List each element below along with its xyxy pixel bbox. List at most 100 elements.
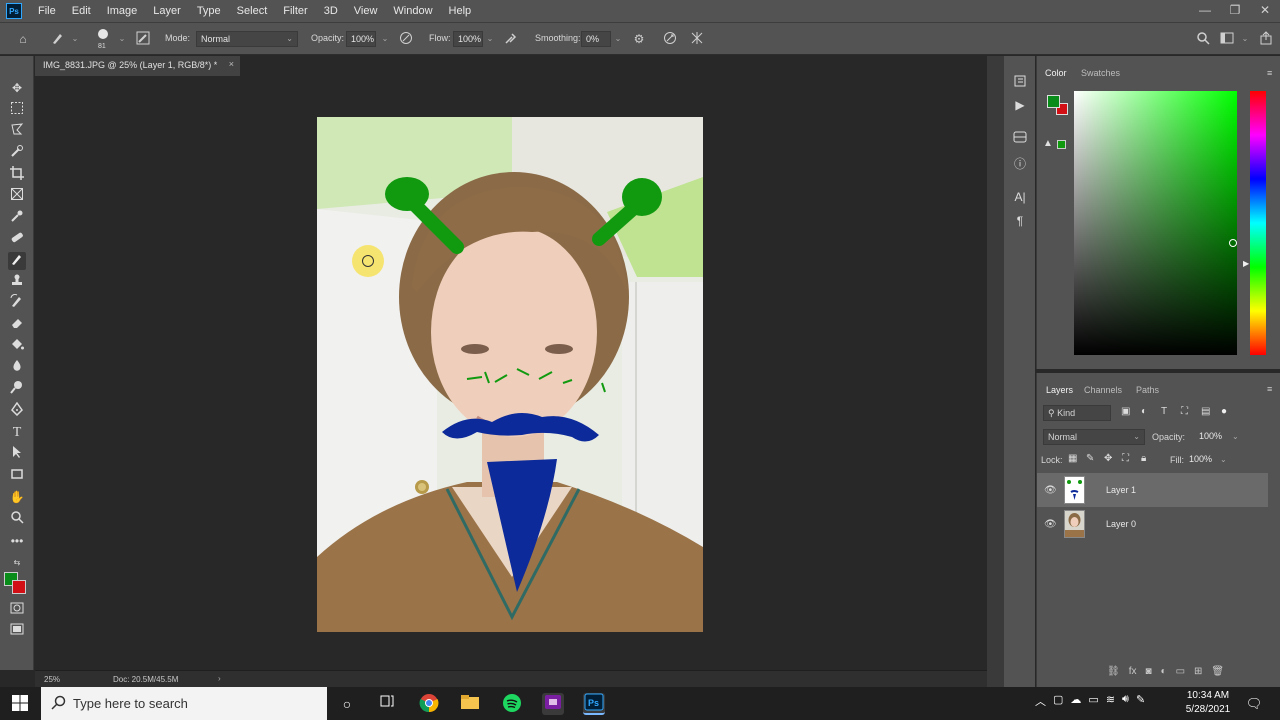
tool-preset-chevron-icon[interactable]: ⌄ [67, 31, 83, 47]
brush-picker-chevron-icon[interactable]: ⌄ [114, 31, 130, 47]
status-menu-arrow-icon[interactable]: › [218, 674, 221, 683]
action-center-icon[interactable]: 🗨︎ [1243, 693, 1265, 715]
zoom-level[interactable]: 25% [44, 675, 60, 684]
photoshop-taskbar-icon[interactable]: Ps [583, 693, 605, 715]
flow-chevron-icon[interactable]: ⌄ [482, 31, 498, 47]
paragraph-panel-icon[interactable]: ¶ [1011, 212, 1029, 230]
clone-stamp-tool-icon[interactable] [8, 273, 26, 291]
zoom-tool-icon[interactable] [8, 510, 26, 528]
panel-menu-icon[interactable]: ≡ [1267, 68, 1272, 78]
eyedropper-tool-icon[interactable] [8, 209, 26, 227]
lock-artboard-icon[interactable]: ⛶ [1122, 453, 1129, 464]
panel-menu-icon[interactable]: ≡ [1267, 384, 1272, 394]
menu-help[interactable]: Help [441, 0, 480, 22]
tab-layers[interactable]: Layers [1046, 385, 1073, 395]
flow-field[interactable]: 100% [453, 31, 483, 47]
filter-toggle-icon[interactable]: ● [1221, 406, 1227, 417]
lock-image-icon[interactable]: ✎ [1086, 453, 1094, 464]
meet-now-icon[interactable]: ▢ [1053, 693, 1063, 709]
paint-bucket-tool-icon[interactable] [8, 337, 26, 355]
filter-adjustment-icon[interactable]: ◐ [1141, 406, 1147, 417]
pressure-size-icon[interactable] [662, 31, 678, 47]
clock[interactable]: 10:34 AM 5/28/2021 [1180, 689, 1236, 717]
type-tool-icon[interactable]: T [8, 424, 26, 442]
menu-image[interactable]: Image [99, 0, 146, 22]
lock-all-icon[interactable]: 🔒︎ [1141, 453, 1146, 464]
path-selection-tool-icon[interactable] [8, 445, 26, 463]
adjustments-panel-icon[interactable] [1011, 130, 1029, 148]
trash-icon[interactable]: 🗑︎ [1211, 666, 1224, 686]
airbrush-icon[interactable] [503, 31, 519, 47]
eraser-tool-icon[interactable] [8, 316, 26, 334]
menu-3d[interactable]: 3D [316, 0, 346, 22]
fill-chevron-icon[interactable]: ⌄ [1220, 455, 1227, 464]
quick-selection-tool-icon[interactable] [8, 144, 26, 162]
quick-mask-icon[interactable] [8, 601, 26, 619]
home-icon[interactable]: ⌂ [15, 31, 31, 47]
history-panel-icon[interactable] [1011, 74, 1029, 92]
blur-tool-icon[interactable] [8, 359, 26, 377]
share-icon[interactable] [1258, 31, 1274, 47]
search-icon[interactable] [1195, 31, 1211, 47]
workspace-chevron-icon[interactable]: ⌄ [1237, 31, 1253, 47]
spotify-icon[interactable] [501, 693, 523, 715]
tab-paths[interactable]: Paths [1136, 385, 1159, 395]
filter-pixel-icon[interactable]: ▣ [1121, 406, 1130, 417]
pressure-opacity-icon[interactable] [398, 31, 414, 47]
web-safe-swatch[interactable] [1057, 140, 1066, 149]
layer-opacity-chevron-icon[interactable]: ⌄ [1232, 432, 1239, 441]
blend-mode-select[interactable]: Normal ⌄ [1043, 429, 1145, 445]
brush-settings-icon[interactable] [135, 31, 151, 47]
add-mask-icon[interactable]: ◙ [1145, 666, 1151, 686]
layer-filter-select[interactable]: ⚲ Kind [1043, 405, 1111, 421]
pen-tool-icon[interactable] [8, 401, 26, 420]
tab-channels[interactable]: Channels [1084, 385, 1122, 395]
tab-color[interactable]: Color [1045, 68, 1067, 78]
chevron-up-icon[interactable]: ︿ [1035, 693, 1046, 709]
new-layer-icon[interactable]: ⊞ [1194, 666, 1202, 686]
hue-slider[interactable] [1250, 91, 1266, 355]
windows-start-icon[interactable] [11, 694, 29, 712]
mode-select[interactable]: Normal ⌄ [196, 31, 298, 47]
opacity-field[interactable]: 100% [346, 31, 376, 47]
restore-button[interactable]: ❐ [1220, 0, 1250, 22]
document-canvas[interactable] [317, 117, 703, 632]
filter-type-icon[interactable]: T [1161, 406, 1167, 417]
smoothing-field[interactable]: 0% [581, 31, 611, 47]
swap-colors-icon[interactable]: ⇆ [8, 554, 26, 572]
video-editor-icon[interactable] [542, 693, 564, 715]
crop-tool-icon[interactable] [8, 166, 26, 184]
menu-view[interactable]: View [346, 0, 386, 22]
chrome-icon[interactable] [418, 693, 440, 715]
healing-brush-tool-icon[interactable] [8, 230, 26, 248]
task-view-icon[interactable] [376, 693, 398, 715]
brush-tool-icon[interactable] [8, 252, 26, 270]
minimize-button[interactable]: — [1190, 0, 1220, 22]
character-panel-icon[interactable]: A| [1011, 188, 1029, 206]
warning-icon[interactable]: ▲ [1043, 138, 1053, 149]
menu-file[interactable]: File [30, 0, 64, 22]
network-icon[interactable]: ≋ [1106, 693, 1115, 709]
color-field[interactable] [1074, 91, 1237, 355]
onedrive-icon[interactable]: ☁ [1070, 693, 1081, 709]
filter-smart-object-icon[interactable]: ▤ [1201, 406, 1210, 417]
rectangle-tool-icon[interactable] [8, 467, 26, 485]
menu-window[interactable]: Window [385, 0, 440, 22]
color-foreground-swatch[interactable] [1047, 95, 1060, 108]
menu-filter[interactable]: Filter [275, 0, 315, 22]
close-icon[interactable]: × [229, 59, 234, 69]
more-tools-icon[interactable]: ••• [8, 532, 26, 550]
volume-icon[interactable]: 🔊︎ [1122, 693, 1129, 709]
move-tool-icon[interactable]: ✥ [8, 79, 26, 97]
smoothing-chevron-icon[interactable]: ⌄ [610, 31, 626, 47]
layer-name[interactable]: Layer 0 [1106, 519, 1136, 529]
info-icon[interactable]: ⓘ [1011, 155, 1029, 173]
layer-opacity-field[interactable]: 100% [1197, 429, 1227, 445]
adjustment-layer-icon[interactable]: ◐ [1161, 666, 1167, 686]
close-button[interactable]: ✕ [1250, 0, 1280, 22]
hue-slider-arrow-icon[interactable]: ▶ [1243, 259, 1249, 268]
frame-tool-icon[interactable] [8, 187, 26, 205]
screen-mode-icon[interactable] [8, 622, 26, 640]
new-group-icon[interactable]: ▭ [1176, 666, 1185, 686]
brush-preview-icon[interactable] [95, 27, 111, 43]
